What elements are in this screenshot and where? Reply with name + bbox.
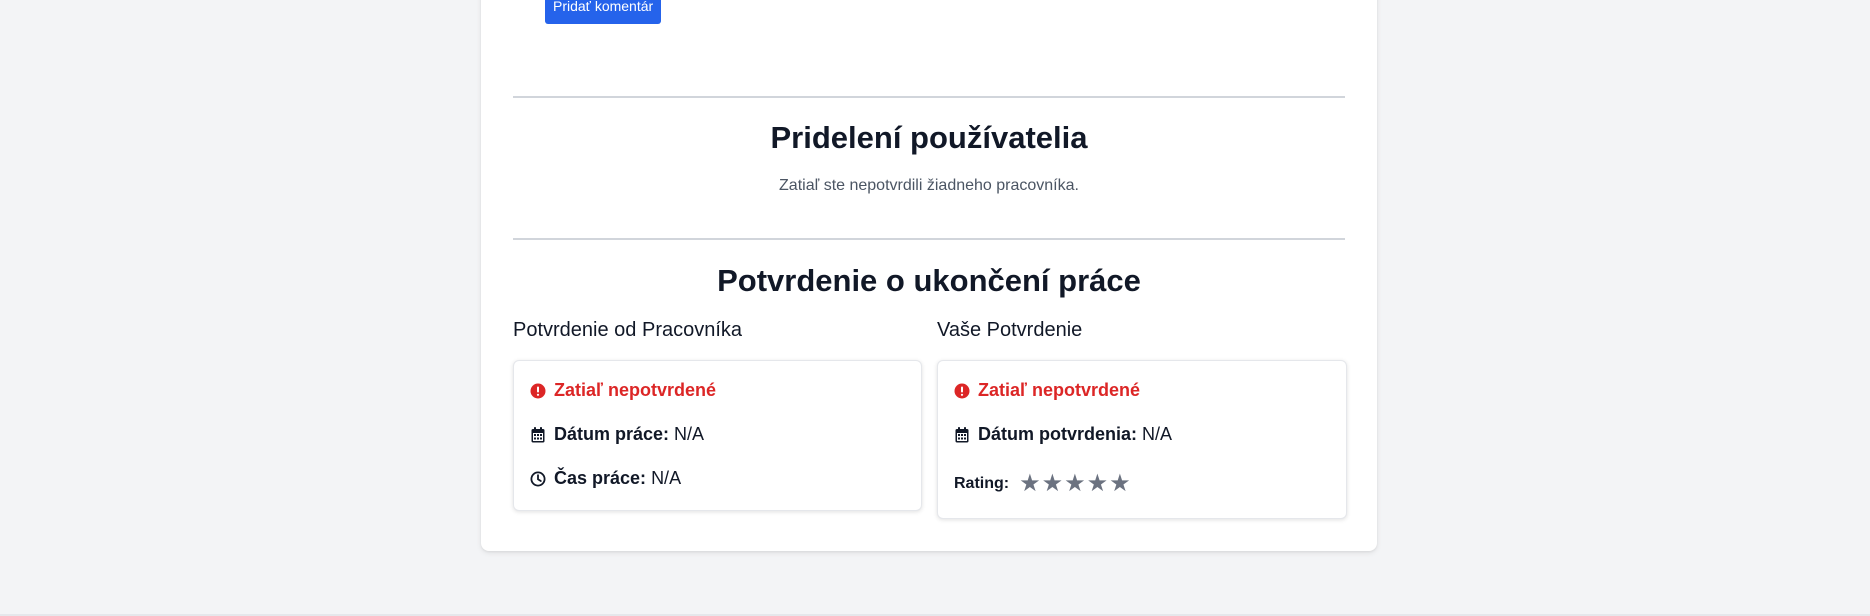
rating-stars[interactable]: ★★★★★ — [1019, 472, 1132, 496]
worker-confirmation-box: Zatiaľ nepotvrdené Dátum práce: N/A Čas … — [513, 360, 922, 511]
assigned-users-title: Pridelení používatelia — [770, 120, 1088, 155]
worker-status-row: Zatiaľ nepotvrdené — [530, 380, 716, 401]
work-time-value: N/A — [651, 468, 682, 488]
confirmation-date-row: Dátum potvrdenia: N/A — [954, 424, 1172, 445]
your-status-row: Zatiaľ nepotvrdené — [954, 380, 1140, 401]
work-date-value: N/A — [674, 424, 705, 444]
exclamation-circle-icon — [954, 383, 970, 399]
clock-icon — [530, 471, 546, 487]
exclamation-circle-icon — [530, 383, 546, 399]
worker-date-row: Dátum práce: N/A — [530, 424, 704, 445]
calendar-icon — [530, 426, 546, 443]
confirmation-date-label: Dátum potvrdenia: — [978, 424, 1138, 444]
worker-time-row: Čas práce: N/A — [530, 468, 681, 489]
star-icon[interactable]: ★ — [1064, 470, 1086, 497]
work-time-label: Čas práce: — [554, 468, 647, 488]
your-confirmation-heading: Vaše Potvrdenie — [937, 319, 1083, 341]
rating-label: Rating: — [954, 475, 1010, 492]
star-icon[interactable]: ★ — [1109, 470, 1131, 497]
star-icon[interactable]: ★ — [1042, 470, 1064, 497]
section-divider — [513, 96, 1345, 98]
confirmation-date-value: N/A — [1142, 424, 1173, 444]
section-divider — [513, 238, 1345, 240]
no-assigned-users-text: Zatiaľ ste nepotvrdili žiadneho pracovní… — [779, 177, 1079, 194]
add-comment-button[interactable]: Pridať komentár — [545, 0, 662, 24]
completion-confirmation-title: Potvrdenie o ukončení práce — [717, 263, 1141, 298]
work-date-label: Dátum práce: — [554, 424, 670, 444]
your-status-text: Zatiaľ nepotvrdené — [978, 380, 1140, 400]
rating-row: Rating: ★★★★★ — [954, 472, 1132, 496]
your-confirmation-box: Zatiaľ nepotvrdené Dátum potvrdenia: N/A… — [937, 360, 1347, 519]
star-icon[interactable]: ★ — [1019, 470, 1041, 497]
calendar-icon — [954, 426, 970, 443]
star-icon[interactable]: ★ — [1087, 470, 1109, 497]
worker-status-text: Zatiaľ nepotvrdené — [554, 380, 716, 400]
worker-confirmation-heading: Potvrdenie od Pracovníka — [513, 319, 743, 341]
